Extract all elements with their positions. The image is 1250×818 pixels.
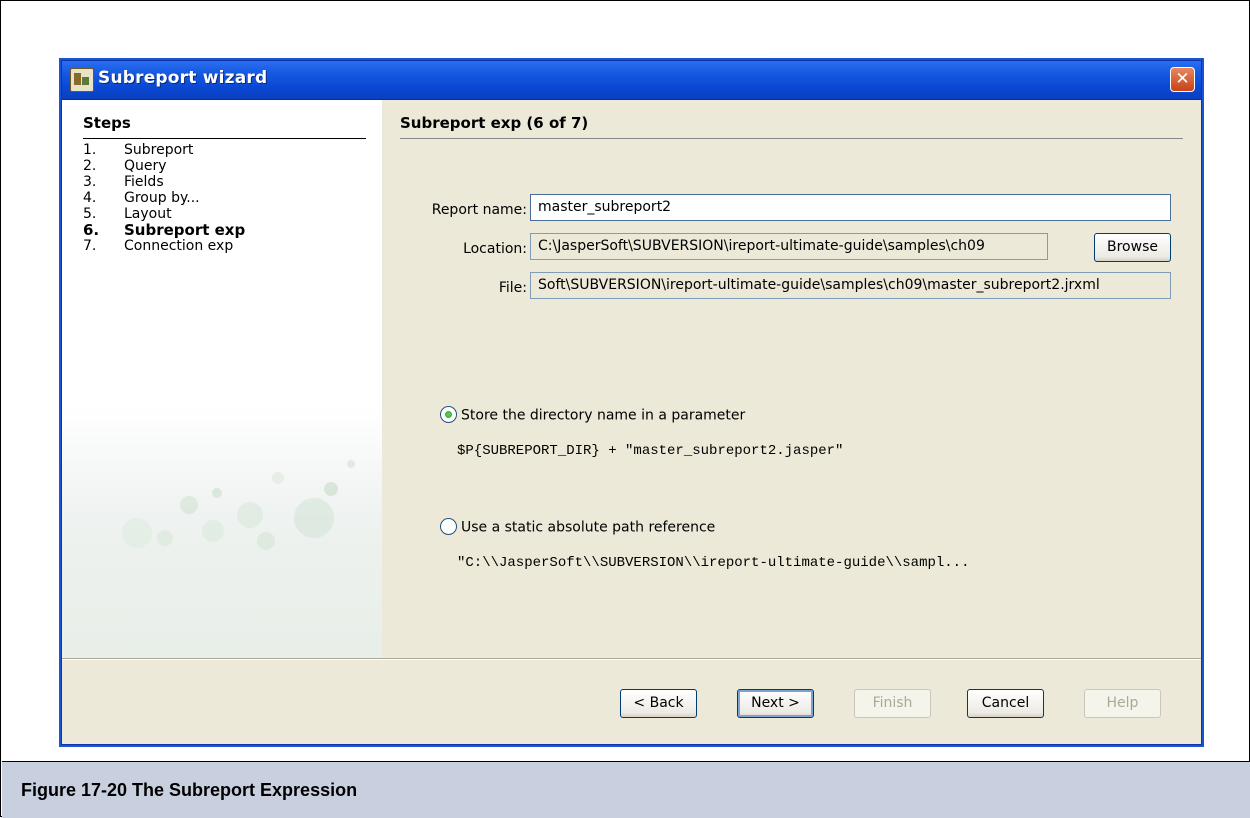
steps-panel: Steps 1. Subreport 2. Query 3. Fields 4. Gro… (62, 100, 382, 658)
decorative-bubble (180, 496, 198, 514)
step-number: 2. (83, 158, 97, 174)
next-button[interactable]: Next > (737, 689, 814, 718)
step-item-subreport-exp: 6. Subreport exp (83, 222, 245, 238)
step-label: Fields (124, 174, 164, 190)
figure-caption-bar: Figure 17-20 The Subreport Expression (2, 761, 1250, 818)
step-number: 5. (83, 206, 97, 222)
decorative-bubble (202, 520, 224, 542)
file-field[interactable]: Soft\SUBVERSION\ireport-ultimate-guide\s… (530, 272, 1171, 299)
static-path-radio[interactable] (440, 518, 457, 535)
location-label: Location: (463, 241, 527, 257)
next-button-label: Next > (751, 695, 800, 711)
step-item-layout: 5. Layout (83, 206, 245, 222)
decorative-bubble (294, 498, 334, 538)
title-bar[interactable]: Subreport wizard ✕ (62, 61, 1201, 100)
step-number: 7. (83, 238, 97, 254)
finish-button[interactable]: Finish (854, 689, 931, 718)
step-label: Subreport exp (124, 221, 246, 239)
step-number: 4. (83, 190, 97, 206)
app-icon (70, 68, 94, 92)
static-path-option[interactable]: Use a static absolute path reference (440, 518, 716, 536)
step-number: 1. (83, 142, 97, 158)
radio-selected-dot (445, 411, 452, 418)
store-directory-radio[interactable] (440, 406, 457, 423)
subreport-wizard-dialog: Subreport wizard ✕ Steps 1. Subreport 2. Q… (61, 60, 1202, 745)
parameter-expression: $P{SUBREPORT_DIR} + "master_subreport2.j… (457, 443, 844, 459)
step-label: Layout (124, 206, 172, 222)
store-directory-option[interactable]: Store the directory name in a parameter (440, 406, 746, 424)
help-button[interactable]: Help (1084, 689, 1161, 718)
step-label: Query (124, 158, 167, 174)
step-label: Group by... (124, 190, 200, 206)
close-button[interactable]: ✕ (1170, 67, 1195, 92)
section-title: Subreport exp (6 of 7) (400, 114, 1183, 139)
steps-list: 1. Subreport 2. Query 3. Fields 4. Group by.… (83, 142, 245, 254)
window-title: Subreport wizard (98, 68, 268, 88)
steps-heading: Steps (83, 114, 366, 139)
decorative-bubble (324, 482, 338, 496)
decorative-bubble (157, 530, 173, 546)
finish-button-label: Finish (872, 695, 913, 711)
back-button-label: < Back (633, 695, 684, 711)
step-item-connection-exp: 7. Connection exp (83, 238, 245, 254)
store-directory-label: Store the directory name in a parameter (461, 407, 746, 424)
report-name-label: Report name: (431, 202, 527, 218)
decorative-bubble (237, 502, 263, 528)
decorative-bubble (212, 488, 222, 498)
file-label: File: (498, 280, 527, 296)
location-field[interactable]: C:\JasperSoft\SUBVERSION\ireport-ultimat… (530, 233, 1048, 260)
static-path-expression: "C:\\JasperSoft\\SUBVERSION\\ireport-ult… (457, 555, 970, 571)
step-number: 6. (83, 221, 100, 239)
static-path-label: Use a static absolute path reference (461, 519, 716, 536)
decorative-bubble (257, 532, 275, 550)
figure-frame: Subreport wizard ✕ Steps 1. Subreport 2. Q… (0, 0, 1250, 818)
button-bar-separator (62, 658, 1201, 660)
back-button[interactable]: < Back (620, 689, 697, 718)
cancel-button-label: Cancel (981, 695, 1030, 711)
close-icon: ✕ (1175, 69, 1190, 89)
decorative-bubble (122, 518, 152, 548)
step-item-fields: 3. Fields (83, 174, 245, 190)
decorative-bubble (272, 472, 284, 484)
step-label: Subreport (124, 142, 194, 158)
browse-button[interactable]: Browse (1094, 233, 1171, 262)
step-item-group-by: 4. Group by... (83, 190, 245, 206)
step-item-subreport: 1. Subreport (83, 142, 245, 158)
decorative-bubble (347, 460, 355, 468)
report-name-input[interactable]: master_subreport2 (530, 194, 1171, 221)
step-number: 3. (83, 174, 97, 190)
step-item-query: 2. Query (83, 158, 245, 174)
cancel-button[interactable]: Cancel (967, 689, 1044, 718)
content-panel: Subreport exp (6 of 7) Report name: mast… (382, 100, 1201, 658)
step-label: Connection exp (124, 238, 234, 254)
figure-caption: Figure 17-20 The Subreport Expression (21, 780, 358, 800)
help-button-label: Help (1106, 695, 1139, 711)
